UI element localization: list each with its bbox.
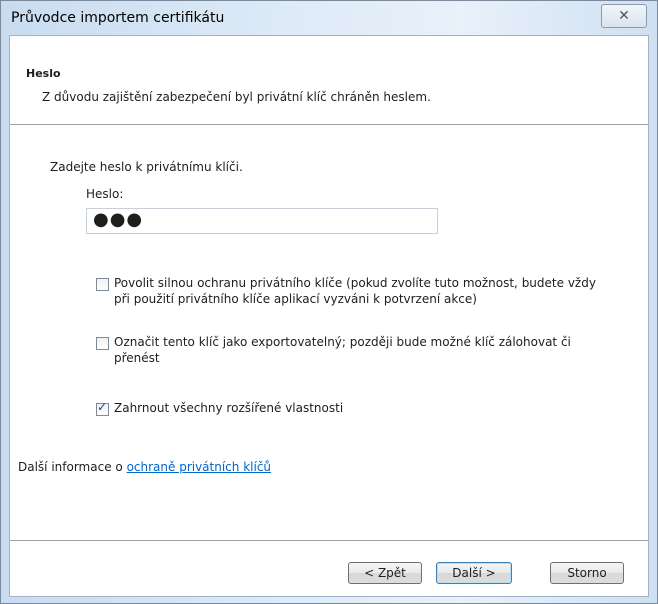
more-info-text: Další informace o ochraně privátních klí… (18, 460, 271, 474)
password-prompt: Zadejte heslo k privátnímu klíči. (50, 160, 243, 174)
header-divider (10, 124, 648, 126)
wizard-page: Heslo Z důvodu zajištění zabezpečení byl… (9, 35, 649, 597)
password-label: Heslo: (86, 187, 124, 201)
close-icon: ✕ (618, 8, 630, 24)
footer-divider (10, 540, 648, 542)
exportable-option[interactable]: Označit tento klíč jako exportovatelný; … (96, 334, 571, 366)
window-title: Průvodce importem certifikátu (11, 10, 225, 26)
strong-protection-checkbox[interactable] (96, 278, 109, 291)
extended-properties-label: Zahrnout všechny rozšířené vlastnosti (114, 401, 344, 415)
page-description: Z důvodu zajištění zabezpečení byl privá… (42, 90, 431, 104)
cancel-button[interactable]: Storno (550, 562, 624, 584)
close-button[interactable]: ✕ (601, 4, 647, 28)
next-button[interactable]: Další > (436, 562, 512, 584)
exportable-label: Označit tento klíč jako exportovatelný; … (114, 335, 571, 365)
more-info-prefix: Další informace o (18, 460, 127, 474)
password-field[interactable]: ●●● (86, 208, 438, 234)
dialog-window: Průvodce importem certifikátu ✕ Heslo Z … (0, 0, 658, 604)
page-title: Heslo (26, 67, 61, 80)
back-button[interactable]: < Zpět (348, 562, 422, 584)
strong-protection-option[interactable]: Povolit silnou ochranu privátního klíče … (96, 275, 596, 307)
private-key-protection-link[interactable]: ochraně privátních klíčů (127, 460, 271, 474)
extended-properties-checkbox[interactable] (96, 400, 109, 416)
title-bar[interactable]: Průvodce importem certifikátu ✕ (1, 1, 657, 35)
extended-properties-option[interactable]: Zahrnout všechny rozšířené vlastnosti (96, 400, 343, 416)
exportable-checkbox[interactable] (96, 337, 109, 350)
strong-protection-label: Povolit silnou ochranu privátního klíče … (114, 276, 596, 306)
